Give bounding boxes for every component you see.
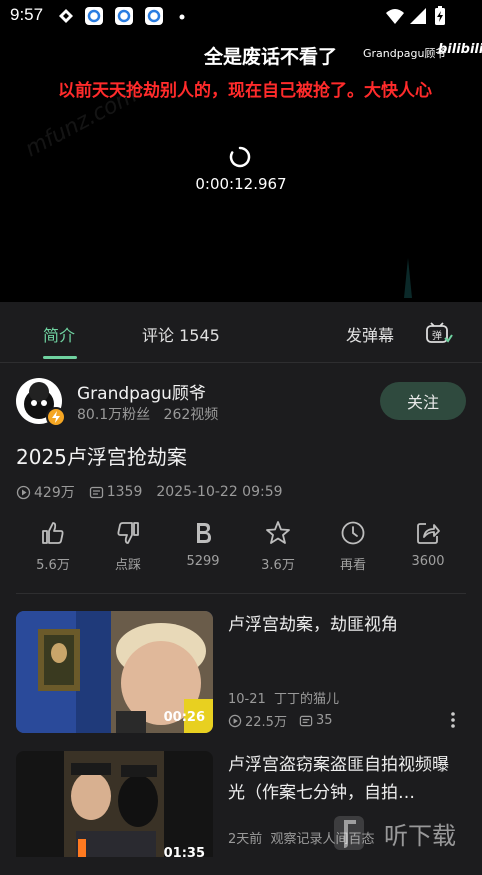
- loading-spinner-icon: [229, 146, 251, 168]
- send-danmaku-button[interactable]: 发弹幕: [346, 322, 394, 346]
- uploader-name[interactable]: Grandpagu顾爷: [77, 379, 206, 404]
- video-duration: 00:26: [163, 710, 205, 725]
- share-count: 3600: [411, 554, 445, 569]
- action-bar: 5.6万 点踩 5299 3.6万 再看 3600: [0, 520, 482, 580]
- recommended-views: 22.5万: [245, 715, 287, 730]
- star-icon: [266, 521, 290, 544]
- app-notification-icon: [59, 9, 73, 23]
- dislike-button[interactable]: 点踩: [93, 520, 163, 573]
- app-notification-icon: [85, 7, 103, 25]
- recommended-title[interactable]: 卢浮宫劫案，劫匪视角: [228, 611, 460, 639]
- recommended-date: 10-21: [228, 692, 266, 707]
- follow-button[interactable]: 关注: [380, 382, 466, 420]
- like-button[interactable]: 5.6万: [18, 520, 88, 573]
- publish-date: 2025-10-22 09:59: [156, 484, 283, 500]
- video-thumbnail[interactable]: 01:35: [16, 751, 213, 857]
- video-title: 2025卢浮宫抢劫案: [16, 445, 187, 469]
- danmaku-toggle-icon[interactable]: 弹: [425, 322, 453, 346]
- recommended-video[interactable]: 00:26 卢浮宫劫案，劫匪视角 10-21 丁丁的猫儿 22.5万 35: [16, 611, 466, 735]
- share-button[interactable]: 3600: [393, 520, 463, 569]
- app-notification-icon: [145, 7, 163, 25]
- coin-button[interactable]: 5299: [168, 520, 238, 569]
- fans-count: 80.1万粉丝: [77, 407, 151, 423]
- watch-later-label: 再看: [339, 558, 366, 573]
- download-watermark: 听下载: [332, 808, 482, 857]
- tab-intro[interactable]: 简介: [43, 322, 75, 346]
- danmaku-comment: 以前天天抢劫别人的，现在自己被抢了。大快人心: [58, 81, 432, 101]
- recommended-stats: 22.5万 35: [228, 711, 333, 730]
- watermark-logo-icon: [334, 816, 364, 850]
- view-count: 429万: [34, 485, 75, 501]
- verified-badge-icon: [46, 407, 66, 427]
- dislike-label: 点踩: [114, 558, 141, 573]
- video-player[interactable]: mfunz.com 9:57 全是废话不看了 Grandpagu顾爷 bilib…: [0, 0, 482, 302]
- video-duration: 01:35: [163, 846, 205, 857]
- more-options-icon[interactable]: [450, 711, 456, 729]
- coin-count: 5299: [186, 554, 220, 569]
- tab-comments[interactable]: 评论 1545: [142, 322, 220, 346]
- dislike-icon: [117, 522, 139, 544]
- overlay-title: 全是废话不看了: [204, 46, 338, 68]
- like-count: 5.6万: [36, 558, 70, 573]
- uploader-stats: 80.1万粉丝 262视频: [77, 404, 218, 424]
- favorite-button[interactable]: 3.6万: [243, 520, 313, 573]
- watermark-text: 听下载: [384, 822, 456, 850]
- video-meta: 429万 1359 2025-10-22 09:59: [16, 482, 297, 502]
- recommended-danmaku: 35: [315, 713, 333, 728]
- video-info-panel: 简介 评论 1545 发弹幕 弹 Grandpagu顾爷 80.1万粉丝 262…: [0, 302, 482, 857]
- recommended-title[interactable]: 卢浮宫盗窃案盗匪自拍视频曝光（作案七分钟，自拍…: [228, 751, 460, 807]
- share-icon: [417, 523, 440, 544]
- bilibili-logo: bilibili: [438, 42, 482, 57]
- thumbnail-image: [16, 751, 213, 857]
- recommended-author[interactable]: 丁丁的猫儿: [274, 692, 339, 707]
- wifi-icon: [386, 9, 404, 24]
- battery-icon: [435, 6, 445, 25]
- danmaku-toggle-label: 弹: [432, 329, 442, 342]
- status-time: 9:57: [10, 5, 44, 24]
- app-notification-icon: [115, 7, 133, 25]
- favorite-count: 3.6万: [261, 558, 295, 573]
- like-icon: [42, 522, 64, 544]
- coin-icon: [197, 523, 211, 543]
- danmaku-count: 1359: [106, 484, 143, 500]
- recommended-date: 2天前: [228, 832, 263, 847]
- play-count-icon: [16, 485, 31, 499]
- active-tab-indicator: [43, 356, 77, 359]
- danmaku-count-icon: [299, 715, 313, 726]
- divider: [16, 593, 466, 594]
- signal-icon: [410, 8, 426, 24]
- dot-icon: [179, 14, 185, 20]
- clock-icon: [341, 521, 365, 545]
- video-thumbnail[interactable]: 00:26: [16, 611, 213, 733]
- watch-later-button[interactable]: 再看: [318, 520, 388, 573]
- video-count: 262视频: [163, 407, 219, 423]
- danmaku-count-icon: [89, 486, 103, 498]
- tab-bar: 简介 评论 1545 发弹幕 弹: [0, 302, 482, 363]
- scene-glint: [404, 258, 412, 298]
- uploader-watermark: Grandpagu顾爷: [363, 47, 447, 60]
- play-count-icon: [228, 714, 242, 727]
- playback-timecode: 0:00:12.967: [195, 175, 287, 193]
- status-bar: 9:57: [0, 0, 482, 32]
- recommended-byline: 10-21 丁丁的猫儿: [228, 688, 339, 707]
